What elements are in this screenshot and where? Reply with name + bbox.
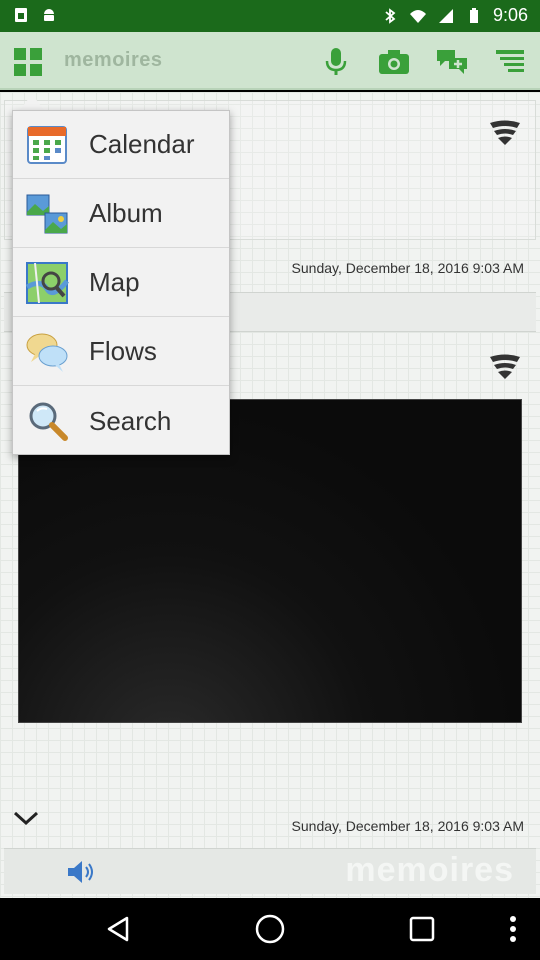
bluetooth-icon	[385, 7, 396, 24]
sim-icon	[15, 8, 27, 22]
entry-timestamp: Sunday, December 18, 2016 9:03 AM	[291, 260, 524, 276]
entry-timestamp: Sunday, December 18, 2016 9:03 AM	[291, 818, 524, 834]
back-button[interactable]	[101, 912, 135, 946]
overflow-button[interactable]	[496, 912, 530, 946]
more-vert-icon	[510, 916, 516, 942]
entry-mark-icon[interactable]	[488, 354, 522, 380]
overflow-list-button[interactable]	[492, 44, 528, 80]
app-bar: memoires	[0, 32, 540, 90]
navigation-menu: Calendar Album Map Flows Search	[12, 110, 230, 455]
recents-button[interactable]	[405, 912, 439, 946]
menu-item-label: Flows	[89, 336, 157, 366]
menu-item-search[interactable]: Search	[13, 387, 229, 455]
album-icon	[26, 194, 68, 233]
home-button[interactable]	[253, 912, 287, 946]
signal-icon	[438, 8, 453, 23]
android-icon	[44, 9, 54, 21]
watermark-text: memoires	[345, 851, 514, 889]
home-icon	[255, 914, 285, 944]
entry-mark-icon[interactable]	[488, 120, 522, 146]
grid-menu-icon[interactable]	[12, 46, 44, 78]
camera-icon	[379, 50, 409, 74]
speaker-icon[interactable]	[66, 859, 96, 885]
status-bar: 9:06	[0, 0, 540, 32]
menu-item-calendar[interactable]: Calendar	[13, 111, 229, 179]
microphone-icon	[325, 48, 347, 75]
add-flow-button[interactable]	[434, 44, 470, 80]
recents-icon	[409, 916, 435, 942]
menu-item-label: Calendar	[89, 129, 195, 159]
camera-button[interactable]	[376, 44, 412, 80]
app-title: memoires	[64, 49, 163, 71]
menu-list-icon	[496, 50, 524, 72]
battery-icon	[469, 7, 478, 23]
menu-item-label: Map	[89, 267, 140, 297]
menu-item-map[interactable]: Map	[13, 249, 229, 317]
menu-item-label: Album	[89, 198, 163, 228]
menu-pointer	[20, 94, 44, 110]
add-flow-icon	[437, 50, 467, 74]
wifi-icon	[409, 9, 426, 23]
search-icon	[29, 402, 68, 441]
status-time: 9:06	[492, 5, 528, 25]
calendar-icon	[27, 125, 67, 164]
system-nav-bar	[0, 898, 540, 960]
map-icon	[25, 261, 69, 304]
menu-item-flows[interactable]: Flows	[13, 318, 229, 386]
chevron-down-icon[interactable]	[12, 808, 40, 828]
microphone-button[interactable]	[318, 44, 354, 80]
menu-item-label: Search	[89, 405, 172, 436]
flows-icon	[26, 333, 68, 372]
back-icon	[107, 916, 129, 942]
menu-item-album[interactable]: Album	[13, 180, 229, 248]
bottom-bar: memoires	[4, 848, 536, 894]
